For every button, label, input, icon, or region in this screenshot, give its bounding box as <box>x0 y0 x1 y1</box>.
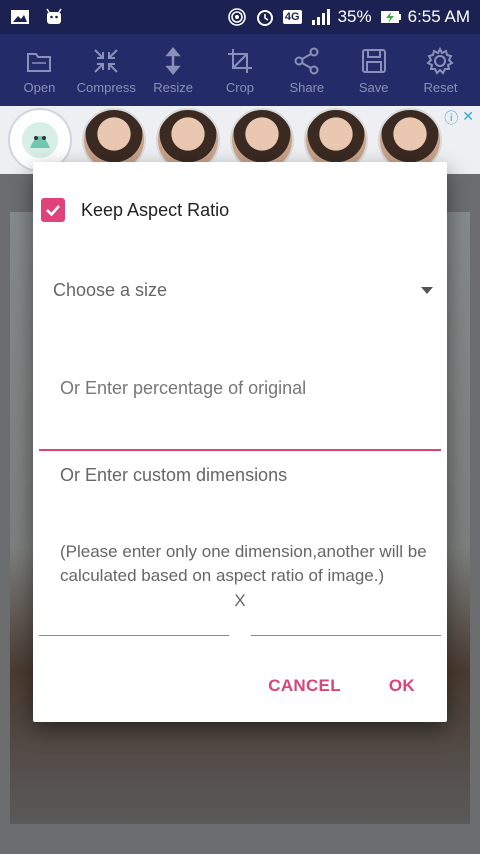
size-dropdown-value: Choose a size <box>53 280 168 300</box>
reset-icon <box>426 46 455 75</box>
battery-percentage: 35% <box>337 7 372 26</box>
cancel-button[interactable]: CANCEL <box>268 676 341 696</box>
dialog-actions: CANCEL OK <box>268 676 415 696</box>
share-button[interactable]: Share <box>277 46 337 95</box>
crop-label: Crop <box>225 79 255 95</box>
percentage-input-underline <box>39 449 441 451</box>
clock: 6:55 AM <box>407 7 470 26</box>
android-notification-icon <box>44 8 64 26</box>
alarm-icon <box>255 8 275 26</box>
resize-button[interactable]: Resize <box>143 46 203 95</box>
open-button[interactable]: Open <box>9 46 69 95</box>
ok-button[interactable]: OK <box>389 676 415 696</box>
ad-info-icon[interactable]: ⓘ <box>444 108 458 128</box>
image-notification-icon <box>10 8 30 26</box>
compress-icon <box>94 48 118 73</box>
network-type-badge: 4G <box>282 10 302 24</box>
hotspot-icon <box>227 8 247 26</box>
folder-icon <box>27 52 52 72</box>
reset-button[interactable]: Reset <box>410 46 470 95</box>
save-label: Save <box>358 79 389 95</box>
keep-aspect-ratio-checkbox[interactable] <box>41 198 65 222</box>
percentage-input[interactable]: Or Enter percentage of original <box>60 378 306 399</box>
width-input[interactable] <box>39 635 229 636</box>
open-label: Open <box>23 79 56 95</box>
resize-icon <box>165 46 181 75</box>
custom-dimensions-label: Or Enter custom dimensions <box>60 465 288 485</box>
save-button[interactable]: Save <box>344 46 404 95</box>
size-dropdown[interactable]: Choose a size <box>53 280 433 301</box>
share-label: Share <box>289 79 325 95</box>
keep-aspect-ratio-label: Keep Aspect Ratio <box>81 199 230 220</box>
height-input[interactable] <box>251 635 441 636</box>
ad-controls: ⓘ ✕ <box>444 108 474 128</box>
aspect-ratio-note: (Please enter only one dimension,another… <box>60 542 427 585</box>
compress-button[interactable]: Compress <box>76 46 136 95</box>
dimension-separator: X <box>234 591 246 610</box>
keep-aspect-ratio-row[interactable]: Keep Aspect Ratio <box>41 198 229 222</box>
compress-label: Compress <box>76 79 136 95</box>
save-icon <box>361 48 386 73</box>
resize-dialog: Keep Aspect Ratio Choose a size Or Enter… <box>33 162 447 722</box>
battery-charging-icon <box>380 8 401 26</box>
status-bar: 4G 35% 6:55 AM <box>0 0 480 34</box>
ad-close-icon[interactable]: ✕ <box>462 108 474 128</box>
crop-icon <box>227 48 252 73</box>
share-icon <box>294 47 319 74</box>
reset-label: Reset <box>423 79 458 95</box>
crop-button[interactable]: Crop <box>210 46 270 95</box>
dropdown-arrow-icon <box>421 287 433 294</box>
toolbar: Open Compress Resize Crop Share Save Res… <box>0 34 480 106</box>
resize-label: Resize <box>153 79 193 95</box>
checkmark-icon <box>46 205 60 217</box>
signal-icon <box>310 8 330 26</box>
